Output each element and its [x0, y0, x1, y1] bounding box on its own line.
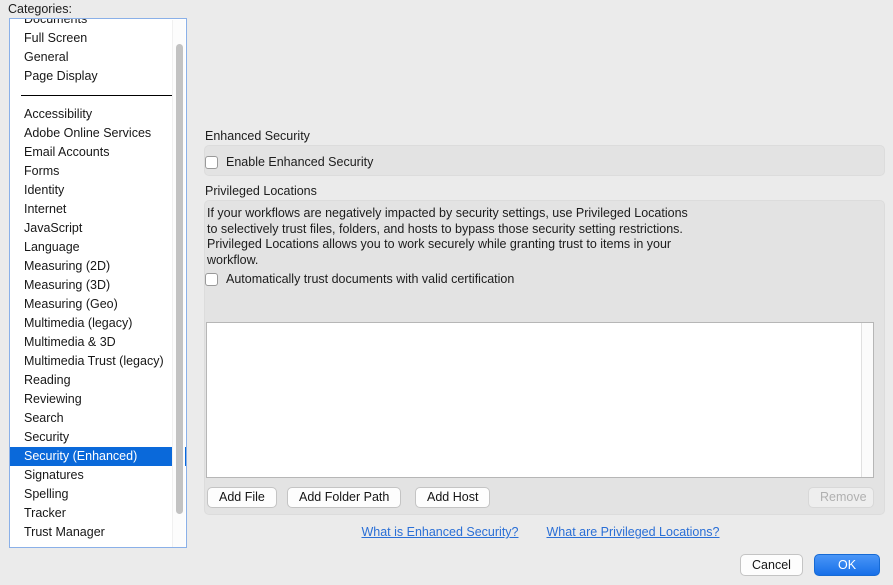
category-item-accessibility[interactable]: Accessibility [10, 105, 186, 124]
category-item-security-enhanced[interactable]: Security (Enhanced) [10, 447, 186, 466]
cancel-button[interactable]: Cancel [740, 554, 803, 576]
category-item-documents[interactable]: Documents [10, 19, 186, 29]
settings-pane: Enhanced Security Enable Enhanced Securi… [196, 0, 893, 585]
add-folder-path-button[interactable]: Add Folder Path [287, 487, 402, 508]
category-item-spelling[interactable]: Spelling [10, 485, 186, 504]
separator-line [20, 95, 176, 96]
help-links: What is Enhanced Security? What are Priv… [196, 525, 885, 539]
category-item-reading[interactable]: Reading [10, 371, 186, 390]
privileged-locations-title: Privileged Locations [205, 184, 317, 198]
category-item-full-screen[interactable]: Full Screen [10, 29, 186, 48]
categories-list: Documents Full Screen General Page Display A… [10, 19, 186, 542]
privileged-locations-listbox[interactable] [206, 322, 874, 478]
what-is-enhanced-security-link[interactable]: What is Enhanced Security? [361, 525, 518, 539]
category-item-email-accounts[interactable]: Email Accounts [10, 143, 186, 162]
add-file-button[interactable]: Add File [207, 487, 277, 508]
category-item-measuring-3d[interactable]: Measuring (3D) [10, 276, 186, 295]
category-item-measuring-2d[interactable]: Measuring (2D) [10, 257, 186, 276]
privileged-locations-description: If your workflows are negatively impacte… [207, 206, 688, 267]
category-item-multimedia-3d[interactable]: Multimedia & 3D [10, 333, 186, 352]
category-item-identity[interactable]: Identity [10, 181, 186, 200]
category-item-internet[interactable]: Internet [10, 200, 186, 219]
ok-button[interactable]: OK [814, 554, 880, 576]
category-item-adobe-online-services[interactable]: Adobe Online Services [10, 124, 186, 143]
category-item-multimedia-legacy[interactable]: Multimedia (legacy) [10, 314, 186, 333]
enable-enhanced-security-label: Enable Enhanced Security [226, 155, 374, 169]
category-item-multimedia-trust-legacy[interactable]: Multimedia Trust (legacy) [10, 352, 186, 371]
category-item-reviewing[interactable]: Reviewing [10, 390, 186, 409]
categories-listbox[interactable]: Documents Full Screen General Page Display A… [9, 18, 187, 548]
enable-enhanced-security-row[interactable]: Enable Enhanced Security [205, 155, 373, 169]
category-item-page-display[interactable]: Page Display [10, 67, 186, 86]
category-item-tracker[interactable]: Tracker [10, 504, 186, 523]
category-item-language[interactable]: Language [10, 238, 186, 257]
categories-label: Categories: [8, 2, 72, 16]
categories-scrollbar-thumb[interactable] [176, 44, 183, 514]
categories-scrollbar[interactable] [172, 20, 185, 547]
enhanced-security-title: Enhanced Security [205, 129, 310, 143]
add-host-button[interactable]: Add Host [415, 487, 491, 508]
auto-trust-checkbox[interactable] [205, 272, 218, 286]
categories-separator [10, 86, 186, 105]
category-item-signatures[interactable]: Signatures [10, 466, 186, 485]
remove-button: Remove [808, 487, 874, 508]
category-item-general[interactable]: General [10, 48, 186, 67]
privileged-locations-scrollbar[interactable] [861, 323, 873, 477]
auto-trust-label: Automatically trust documents with valid… [226, 272, 515, 286]
category-item-measuring-geo[interactable]: Measuring (Geo) [10, 295, 186, 314]
enable-enhanced-security-checkbox[interactable] [205, 155, 218, 169]
category-item-trust-manager[interactable]: Trust Manager [10, 523, 186, 542]
category-item-security[interactable]: Security [10, 428, 186, 447]
category-item-search[interactable]: Search [10, 409, 186, 428]
category-item-javascript[interactable]: JavaScript [10, 219, 186, 238]
what-are-privileged-locations-link[interactable]: What are Privileged Locations? [547, 525, 720, 539]
auto-trust-row[interactable]: Automatically trust documents with valid… [205, 272, 514, 286]
category-item-forms[interactable]: Forms [10, 162, 186, 181]
